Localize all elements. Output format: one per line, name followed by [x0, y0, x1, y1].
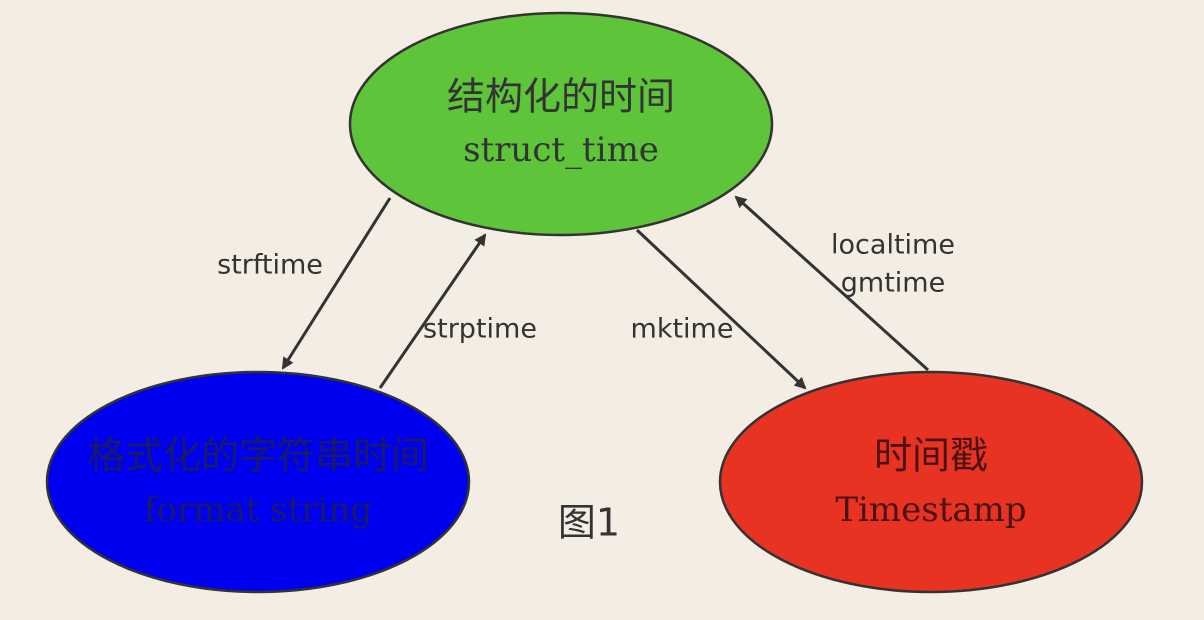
edge-label-mktime: mktime [631, 314, 734, 345]
node-timestamp-title: 时间戳 [874, 434, 988, 478]
node-timestamp-shape [718, 370, 1144, 594]
figure-caption: 图1 [558, 501, 620, 545]
node-format-string-title: 格式化的字符串时间 [87, 434, 429, 478]
node-format-string-subtitle: format string [144, 490, 372, 530]
node-format-string: 格式化的字符串时间 format string [45, 370, 471, 594]
edge-strftime-arrow [281, 197, 392, 370]
node-timestamp-subtitle: Timestamp [835, 490, 1026, 530]
edge-label-localtime: localtime [831, 230, 955, 261]
node-struct-time-subtitle: struct_time [463, 130, 659, 170]
node-struct-time-title: 结构化的时间 [447, 75, 675, 119]
edge-label-strftime: strftime [217, 250, 323, 281]
edge-label-strptime: strptime [423, 314, 537, 345]
node-struct-time: 结构化的时间 struct_time [348, 11, 774, 237]
node-timestamp: 时间戳 Timestamp [718, 370, 1144, 594]
edge-mktime-arrow [635, 228, 807, 390]
node-struct-time-shape [348, 11, 774, 237]
edge-label-gmtime: gmtime [841, 268, 945, 299]
time-conversion-diagram: 结构化的时间 struct_time 格式化的字符串时间 format stri… [45, 11, 1144, 594]
node-format-string-shape [45, 370, 471, 594]
edge-strptime-arrow [378, 233, 487, 389]
